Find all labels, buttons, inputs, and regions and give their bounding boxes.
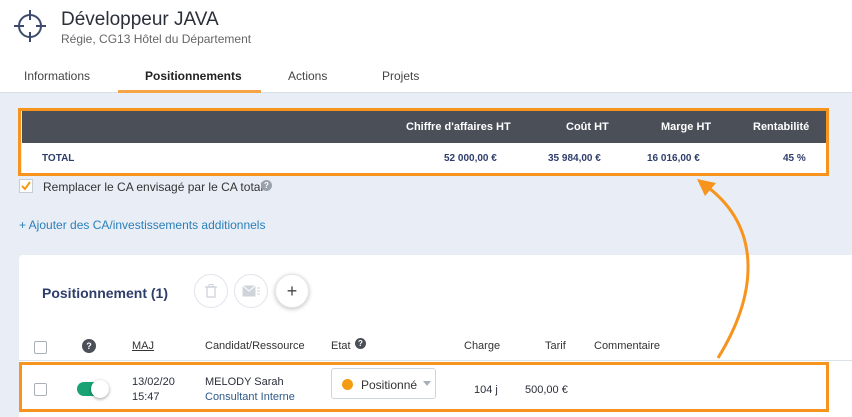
column-charge: Charge — [464, 340, 501, 352]
total-cout: 35 984,00 € — [548, 153, 601, 164]
summary-total-row: TOTAL 52 000,00 € 35 984,00 € 16 016,00 … — [22, 143, 827, 173]
column-help-icon[interactable]: ? — [82, 339, 96, 353]
total-label: TOTAL — [42, 153, 75, 164]
status-value: Positionné — [361, 378, 418, 392]
add-additional-ca-link[interactable]: + Ajouter des CA/investissements additio… — [19, 218, 265, 232]
column-etat: Etat — [331, 340, 351, 352]
etat-help-icon[interactable]: ? — [355, 338, 366, 349]
trash-icon — [205, 284, 217, 298]
row-candidate-role: Consultant Interne — [205, 391, 295, 403]
help-icon[interactable]: ? — [261, 180, 272, 191]
page-subtitle: Régie, CG13 Hôtel du Département — [61, 32, 252, 46]
toggle-knob — [91, 380, 109, 398]
header-divider — [19, 360, 852, 361]
send-mail-button[interactable] — [234, 274, 268, 308]
positionnement-panel: Positionnement (1) + ? MAJ Candidat/Ress… — [19, 255, 852, 417]
column-maj[interactable]: MAJ — [132, 340, 154, 352]
add-positionnement-button[interactable]: + — [275, 274, 309, 308]
delete-button[interactable] — [194, 274, 228, 308]
column-tarif: Tarif — [545, 340, 566, 352]
column-chiffre-affaires: Chiffre d'affaires HT — [406, 121, 511, 133]
page-title: Développeur JAVA — [61, 9, 219, 30]
row-charge: 104 j — [474, 384, 498, 396]
total-marge: 16 016,00 € — [647, 153, 700, 164]
column-marge: Marge HT — [661, 121, 712, 133]
row-tarif: 500,00 € — [525, 384, 568, 396]
column-rentabilite: Rentabilité — [753, 121, 810, 133]
row-candidate-name[interactable]: MELODY Sarah — [205, 376, 284, 388]
total-chiffre-affaires: 52 000,00 € — [444, 153, 497, 164]
status-select[interactable]: Positionné — [331, 368, 436, 399]
total-rentabilite: 45 % — [783, 153, 806, 164]
replace-ca-checkbox[interactable] — [19, 179, 33, 193]
row-checkbox[interactable] — [34, 383, 47, 396]
row-date: 13/02/20 — [132, 376, 175, 388]
row-toggle[interactable] — [77, 380, 109, 398]
crosshair-icon — [14, 10, 46, 42]
positionnement-title: Positionnement (1) — [42, 285, 169, 301]
summary-table: Chiffre d'affaires HT Coût HT Marge HT R… — [22, 111, 827, 173]
tab-projets[interactable]: Projets — [382, 69, 419, 83]
tab-positionnements[interactable]: Positionnements — [145, 69, 242, 83]
select-all-checkbox[interactable] — [34, 341, 47, 354]
page-header: Développeur JAVA Régie, CG13 Hôtel du Dé… — [0, 0, 852, 93]
summary-header: Chiffre d'affaires HT Coût HT Marge HT R… — [22, 111, 827, 143]
column-cout: Coût HT — [566, 121, 609, 133]
replace-ca-label: Remplacer le CA envisagé par le CA total — [43, 180, 264, 194]
mail-icon — [242, 285, 260, 297]
column-commentaire: Commentaire — [594, 340, 661, 352]
active-tab-indicator — [118, 90, 261, 93]
chevron-down-icon — [423, 381, 431, 386]
status-dot-icon — [342, 379, 353, 390]
tab-informations[interactable]: Informations — [24, 69, 90, 83]
row-time: 15:47 — [132, 391, 160, 403]
tab-actions[interactable]: Actions — [288, 69, 327, 83]
tab-bar: Informations Positionnements Actions Pro… — [0, 60, 852, 93]
column-candidat: Candidat/Ressource — [205, 340, 305, 352]
